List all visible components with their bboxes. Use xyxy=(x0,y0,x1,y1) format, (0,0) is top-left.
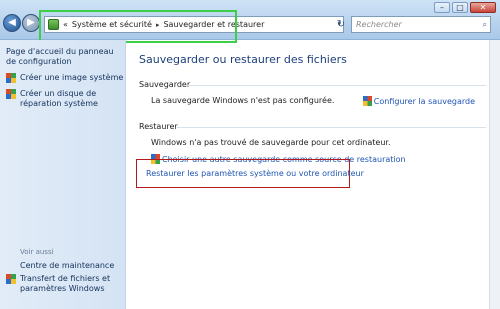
main-content: Sauvegarder ou restaurer des fichiers Sa… xyxy=(127,40,489,309)
restore-status-text: Windows n'a pas trouvé de sauvegarde pou… xyxy=(151,138,391,147)
navigation-buttons: ◀ ▶ xyxy=(3,14,40,32)
forward-button[interactable]: ▶ xyxy=(22,14,40,32)
backup-section-label: Sauvegarder xyxy=(139,80,489,89)
window-controls: – □ ✕ xyxy=(434,2,496,13)
transfer-icon xyxy=(6,274,16,285)
close-button[interactable]: ✕ xyxy=(470,2,496,13)
search-placeholder: Rechercher xyxy=(356,20,402,29)
sidebar-item-label: Créer un disque de réparation système xyxy=(20,89,98,108)
backup-status-text: La sauvegarde Windows n'est pas configur… xyxy=(151,96,335,105)
sidebar-item-label: Créer une image système xyxy=(20,73,124,82)
sidebar-item-create-repair-disc[interactable]: Créer un disque de réparation système xyxy=(6,89,125,109)
restore-status-row: Windows n'a pas trouvé de sauvegarde pou… xyxy=(151,138,489,150)
configure-backup-link[interactable]: Configurer la sauvegarde xyxy=(362,96,475,106)
search-input[interactable]: Rechercher ⌕ xyxy=(351,16,491,33)
sidebar-item-action-center[interactable]: Centre de maintenance xyxy=(20,261,114,271)
shield-icon xyxy=(6,89,16,100)
sidebar-home-link[interactable]: Page d'accueil du panneau de configurati… xyxy=(6,47,125,67)
maximize-button[interactable]: □ xyxy=(452,2,468,13)
back-button[interactable]: ◀ xyxy=(3,14,21,32)
minimize-button[interactable]: – xyxy=(434,2,450,13)
restore-system-link[interactable]: Restaurer les paramètres système ou votr… xyxy=(146,169,364,178)
shield-icon xyxy=(362,96,372,106)
sidebar-item-create-system-image[interactable]: Créer une image système xyxy=(6,73,125,83)
backup-row: La sauvegarde Windows n'est pas configur… xyxy=(151,96,489,108)
see-also-label: Voir aussi xyxy=(20,248,54,256)
refresh-icon[interactable]: ↻ xyxy=(334,17,348,32)
search-icon[interactable]: ⌕ xyxy=(483,17,487,32)
page-title: Sauvegarder ou restaurer des fichiers xyxy=(139,53,347,66)
restore-section-label: Restaurer xyxy=(139,122,489,131)
shield-icon xyxy=(6,73,16,84)
sidebar-item-label: Transfert de fichiers et paramètres Wind… xyxy=(20,274,111,293)
address-highlight-box xyxy=(39,10,237,43)
sidebar-item-windows-easy-transfer[interactable]: Transfert de fichiers et paramètres Wind… xyxy=(6,274,124,294)
vertical-scrollbar[interactable] xyxy=(489,40,500,309)
configure-backup-label: Configurer la sauvegarde xyxy=(373,97,475,106)
